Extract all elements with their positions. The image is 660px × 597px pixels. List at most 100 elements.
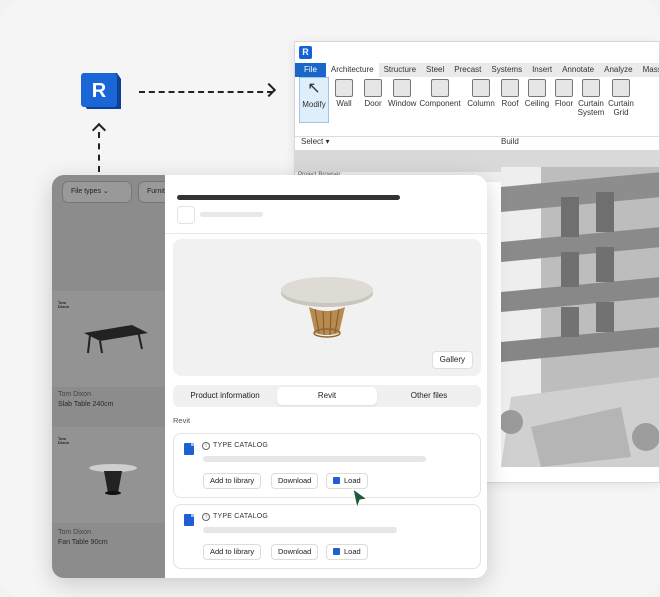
roof-icon: [501, 79, 519, 97]
revit-badge-icon: R: [299, 46, 312, 59]
title-placeholder: [177, 195, 400, 200]
tab-other-files[interactable]: Other files: [379, 387, 479, 405]
component-button[interactable]: Component: [417, 77, 463, 136]
file-types-filter[interactable]: File types ⌄: [62, 181, 132, 203]
download-button[interactable]: Download: [271, 544, 319, 560]
divider: [165, 233, 487, 234]
slab-table-image: [84, 325, 148, 354]
window-button[interactable]: Window: [388, 77, 416, 136]
gallery-button[interactable]: Gallery: [431, 351, 473, 369]
mouse-cursor-icon: [352, 487, 369, 510]
type-catalog-label: TYPE CATALOG: [213, 442, 269, 449]
list-item-label: Tom Dixon Slab Table 240cm: [58, 390, 114, 410]
door-icon: [364, 79, 382, 97]
product-detail-panel: Gallery Product information Revit Other …: [165, 175, 487, 578]
revit-file-icon: [184, 443, 194, 455]
revit-ribbon: ↖ Modify Wall Door Window Component Colu…: [295, 77, 659, 137]
product-preview: Gallery: [173, 239, 481, 376]
revit-mini-icon: [333, 477, 340, 484]
tab-steel[interactable]: Steel: [421, 63, 449, 77]
door-button[interactable]: Door: [359, 77, 387, 136]
tab-structure[interactable]: Structure: [379, 63, 421, 77]
curtain-system-icon: [582, 79, 600, 97]
curtain-grid-button[interactable]: Curtain Grid: [607, 77, 635, 136]
file-card: i TYPE CATALOG Add to library Download L…: [173, 504, 481, 569]
load-button[interactable]: Load: [326, 544, 368, 560]
list-item-label: Tom Dixon Fan Table 90cm: [58, 528, 108, 548]
detail-tabs: Product information Revit Other files: [173, 385, 481, 407]
item-name: Slab Table 240cm: [58, 401, 114, 408]
load-label: Load: [344, 476, 361, 485]
filename-placeholder: [203, 456, 426, 462]
tab-annotate[interactable]: Annotate: [557, 63, 599, 77]
select-dropdown[interactable]: Select ▾: [301, 137, 329, 146]
revit-logo-letter: R: [92, 80, 107, 102]
wall-button[interactable]: Wall: [330, 77, 358, 136]
floor-button[interactable]: Floor: [553, 77, 575, 136]
tab-systems[interactable]: Systems: [486, 63, 527, 77]
tab-file[interactable]: File: [295, 63, 326, 77]
building-render-image: [501, 167, 659, 467]
ribbon-footer: Select ▾ Build: [295, 137, 659, 149]
file-types-label: File types: [71, 188, 101, 195]
dashed-arrow-up: [98, 132, 100, 172]
catalog-panel: File types ⌄ Furniture Tom Dixon Tom Dix…: [52, 175, 487, 578]
file-card: i TYPE CATALOG Add to library Download L…: [173, 433, 481, 498]
brand-avatar: [177, 206, 195, 224]
load-label: Load: [344, 547, 361, 556]
tab-analyze[interactable]: Analyze: [599, 63, 637, 77]
revit-file-icon: [184, 514, 194, 526]
tab-product-information[interactable]: Product information: [175, 387, 275, 405]
column-icon: [472, 79, 490, 97]
list-item[interactable]: Tom Dixon: [52, 427, 165, 523]
tab-precast[interactable]: Precast: [449, 63, 486, 77]
catalog-list: File types ⌄ Furniture Tom Dixon Tom Dix…: [52, 175, 198, 578]
item-brand: Tom Dixon: [58, 391, 92, 398]
add-to-library-button[interactable]: Add to library: [203, 473, 262, 489]
cursor-arrow-icon: ↖: [307, 80, 321, 97]
brand-logo: Tom Dixon: [58, 300, 70, 309]
revit-titlebar: R: [295, 42, 659, 63]
add-to-library-button[interactable]: Add to library: [203, 544, 262, 560]
info-icon: i: [202, 513, 210, 521]
item-brand: Tom Dixon: [58, 529, 92, 536]
revit-ribbon-tabs: File Architecture Structure Steel Precas…: [295, 63, 659, 77]
floor-label: Floor: [554, 99, 574, 108]
modify-button[interactable]: ↖ Modify: [299, 77, 329, 123]
roof-button[interactable]: Roof: [499, 77, 521, 136]
item-name: Fan Table 90cm: [58, 539, 108, 546]
door-label: Door: [364, 99, 382, 108]
chevron-down-icon: ⌄: [102, 188, 109, 195]
info-icon: i: [202, 442, 210, 450]
component-icon: [431, 79, 449, 97]
revit-logo-icon: R: [81, 73, 121, 109]
fan-table-image: [89, 464, 137, 495]
curtain-system-button[interactable]: Curtain System: [576, 77, 606, 136]
dashed-arrow-right: [139, 91, 273, 93]
download-button[interactable]: Download: [271, 473, 319, 489]
revit-mini-icon: [333, 548, 340, 555]
filename-placeholder: [203, 527, 397, 533]
tab-insert[interactable]: Insert: [527, 63, 557, 77]
fan-table-preview-image: [281, 277, 373, 338]
select-label: Select: [301, 137, 324, 146]
type-catalog-label: TYPE CATALOG: [213, 513, 269, 520]
window-icon: [393, 79, 411, 97]
ceiling-label: Ceiling: [524, 99, 550, 108]
window-label: Window: [388, 99, 417, 108]
wall-icon: [335, 79, 353, 97]
brand-logo: Tom Dixon: [58, 436, 70, 445]
tab-architecture[interactable]: Architecture: [325, 63, 379, 77]
component-label: Component: [419, 99, 461, 108]
column-label: Column: [467, 99, 495, 108]
section-label: Revit: [173, 416, 191, 425]
column-button[interactable]: Column: [464, 77, 498, 136]
list-item[interactable]: Tom Dixon: [52, 291, 165, 387]
tab-revit[interactable]: Revit: [277, 387, 377, 405]
floor-icon: [555, 79, 573, 97]
modify-label: Modify: [302, 100, 326, 109]
ceiling-button[interactable]: Ceiling: [522, 77, 552, 136]
build-panel-label: Build: [501, 137, 519, 146]
tab-mass[interactable]: Mass: [638, 63, 659, 77]
curtain-grid-label: Curtain Grid: [608, 99, 634, 117]
